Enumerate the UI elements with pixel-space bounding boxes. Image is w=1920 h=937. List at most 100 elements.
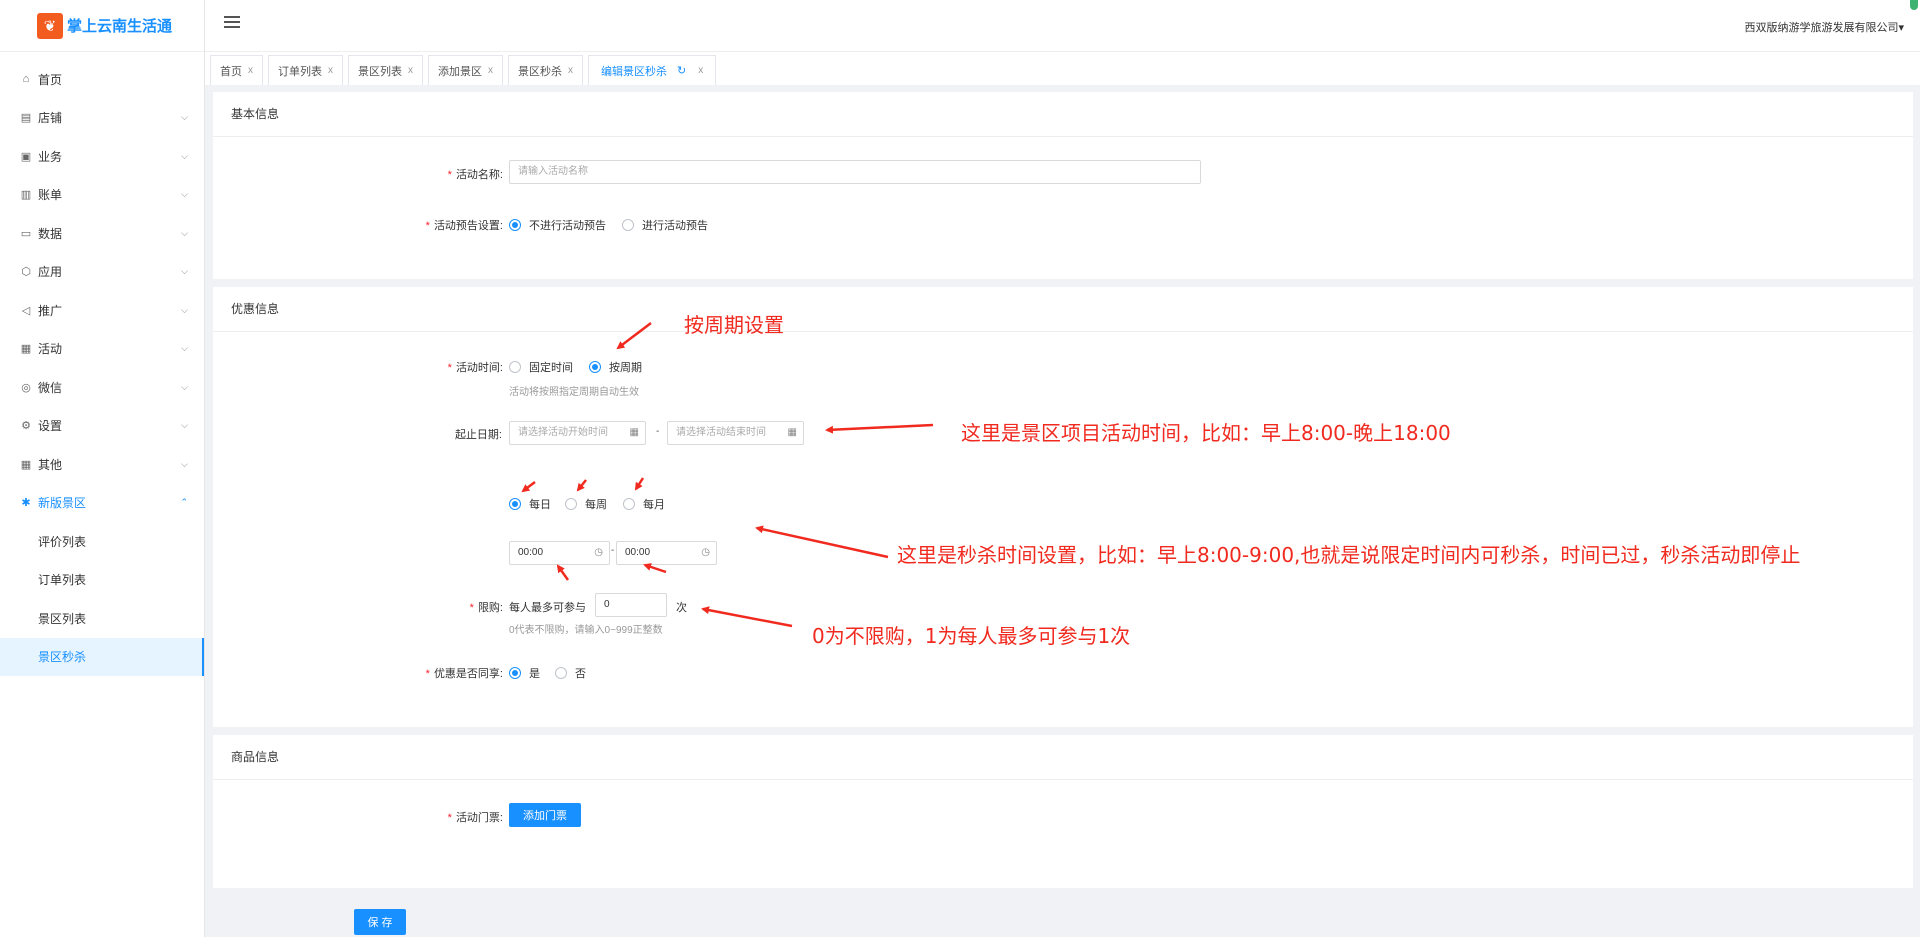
radio-by-cycle[interactable]: 按周期 (589, 359, 642, 375)
sidebar-menu: ⌂ 首页 ▤ 店铺 ⌵ ▣ 业务 ⌵ ▥ 账单 ⌵ ▭ 数据 ⌵ ⬡ 应用 ⌵ ◁ 推广 ⌵ ▦ 活动 ⌵ ◎… (0, 60, 204, 676)
radio-with-preview[interactable]: 进行活动预告 (622, 217, 708, 233)
calendar-icon: ▦ (629, 427, 639, 438)
logo-icon: ❦ (37, 12, 63, 39)
sidebar-item-data[interactable]: ▭ 数据 ⌵ (0, 214, 204, 253)
tab-edit-seckill[interactable]: 编辑景区秒杀 ↻ x (588, 55, 717, 85)
close-icon[interactable]: x (328, 65, 333, 76)
seckill-start-time[interactable]: 00:00 ◷ (509, 541, 610, 565)
monitor-icon: ▭ (20, 227, 32, 240)
caret-down-icon: ▾ (1898, 22, 1904, 34)
time-separator: - (611, 545, 615, 556)
date-range-label: 起止日期: (454, 429, 502, 441)
sidebar-item-apps[interactable]: ⬡ 应用 ⌵ (0, 253, 204, 292)
discount-info-card: 优惠信息 * 活动时间: 固定时间 按周期 活动将按照指定周期自动生效 起止日期:… (213, 287, 1913, 727)
sidebar-subitem-orders[interactable]: 订单列表 (0, 561, 204, 600)
annotation-cycle: 按周期设置 (684, 313, 784, 337)
shop-icon: ▤ (20, 112, 32, 125)
sidebar-item-bill[interactable]: ▥ 账单 ⌵ (0, 176, 204, 215)
sidebar-item-shop[interactable]: ▤ 店铺 ⌵ (0, 99, 204, 138)
limit-prefix: 每人最多可参与 (509, 602, 586, 614)
annotation-date-range: 这里是景区项目活动时间，比如：早上8:00-晚上18:00 (961, 421, 1451, 445)
limit-input[interactable]: 0 (595, 593, 667, 617)
section-title: 优惠信息 (213, 287, 1913, 332)
close-icon[interactable]: x (698, 65, 703, 76)
app-title: 掌上云南生活通 (67, 18, 173, 35)
activity-name-label: * 活动名称: (447, 169, 503, 181)
megaphone-icon: ◁ (21, 304, 31, 317)
annotation-limit: 0为不限购，1为每人最多可参与1次 (812, 624, 1131, 648)
company-dropdown[interactable]: 西双版纳游学旅游发展有限公司▾ (1744, 19, 1904, 35)
chevron-down-icon: ⌵ (181, 227, 188, 238)
sidebar-item-activity[interactable]: ▦ 活动 ⌵ (0, 330, 204, 369)
date-separator: - (656, 426, 660, 437)
radio-no-preview[interactable]: 不进行活动预告 (509, 217, 606, 233)
menu-collapse-icon[interactable] (224, 16, 240, 30)
grid-icon: ▦ (20, 458, 32, 471)
close-icon[interactable]: x (568, 65, 573, 76)
status-indicator (1910, 0, 1918, 10)
refresh-icon[interactable]: ↻ (677, 64, 686, 77)
tab-home[interactable]: 首页 x (210, 55, 263, 85)
gear-icon: ⚙ (21, 420, 31, 433)
limit-suffix: 次 (676, 602, 687, 614)
wechat-icon: ◎ (21, 381, 31, 394)
radio-fixed-time[interactable]: 固定时间 (509, 359, 573, 375)
chevron-down-icon: ⌵ (181, 150, 188, 161)
calendar-icon: ▦ (20, 343, 32, 356)
close-icon[interactable]: x (488, 65, 493, 76)
tab-add-scenic[interactable]: 添加景区 x (428, 55, 503, 85)
home-icon: ⌂ (22, 73, 30, 86)
ticket-label: * 活动门票: (447, 812, 503, 824)
sidebar-item-wechat[interactable]: ◎ 微信 ⌵ (0, 368, 204, 407)
page-tabs: 首页 x 订单列表 x 景区列表 x 添加景区 x 景区秒杀 x 编辑景区秒杀 ↻ x (205, 52, 1920, 85)
radio-weekly[interactable]: 每周 (565, 496, 607, 512)
logo[interactable]: ❦ 掌上云南生活通 (0, 0, 204, 52)
sidebar-item-other[interactable]: ▦ 其他 ⌵ (0, 445, 204, 484)
sidebar-subitem-seckill[interactable]: 景区秒杀 (0, 637, 204, 676)
sidebar-item-promotion[interactable]: ◁ 推广 ⌵ (0, 291, 204, 330)
section-title: 商品信息 (213, 735, 1913, 780)
bill-icon: ▥ (20, 189, 32, 202)
chevron-up-icon: ⌃ (180, 497, 188, 508)
chevron-down-icon: ⌵ (181, 420, 188, 431)
cube-icon: ⬡ (21, 266, 31, 279)
chevron-down-icon: ⌵ (181, 381, 188, 392)
radio-monthly[interactable]: 每月 (623, 496, 665, 512)
top-header: 西双版纳游学旅游发展有限公司▾ (205, 0, 1920, 52)
activity-name-input[interactable]: 请输入活动名称 (509, 160, 1201, 184)
tab-order-list[interactable]: 订单列表 x (268, 55, 343, 85)
chevron-down-icon: ⌵ (181, 189, 188, 200)
share-discount-label: * 优惠是否同享: (425, 668, 503, 680)
limit-label: * 限购: (469, 602, 503, 614)
end-date-input[interactable]: 请选择活动结束时间 ▦ (667, 421, 804, 445)
sidebar-subitem-reviews[interactable]: 评价列表 (0, 522, 204, 561)
close-icon[interactable]: x (408, 65, 413, 76)
sidebar-item-settings[interactable]: ⚙ 设置 ⌵ (0, 407, 204, 446)
tab-scenic-seckill[interactable]: 景区秒杀 x (508, 55, 583, 85)
sidebar-subitem-scenic-list[interactable]: 景区列表 (0, 599, 204, 638)
time-hint: 活动将按照指定周期自动生效 (509, 387, 639, 398)
chevron-down-icon: ⌵ (181, 112, 188, 123)
sidebar: ❦ 掌上云南生活通 ⌂ 首页 ▤ 店铺 ⌵ ▣ 业务 ⌵ ▥ 账单 ⌵ ▭ 数据 ⌵ ⬡ 应用 ⌵ ◁… (0, 0, 205, 937)
add-ticket-button[interactable]: 添加门票 (509, 803, 581, 827)
chevron-down-icon: ⌵ (181, 343, 188, 354)
sidebar-item-business[interactable]: ▣ 业务 ⌵ (0, 137, 204, 176)
section-title: 基本信息 (213, 92, 1913, 137)
sidebar-item-home[interactable]: ⌂ 首页 (0, 60, 204, 99)
radio-share-yes[interactable]: 是 (509, 665, 540, 681)
radio-share-no[interactable]: 否 (555, 665, 586, 681)
chevron-down-icon: ⌵ (181, 458, 188, 469)
activity-time-label: * 活动时间: (447, 362, 503, 374)
basic-info-card: 基本信息 * 活动名称: 请输入活动名称 * 活动预告设置: 不进行活动预告 进行活… (213, 92, 1913, 279)
briefcase-icon: ▣ (20, 150, 32, 163)
seckill-end-time[interactable]: 00:00 ◷ (616, 541, 717, 565)
start-date-input[interactable]: 请选择活动开始时间 ▦ (509, 421, 646, 445)
tab-scenic-list[interactable]: 景区列表 x (348, 55, 423, 85)
chevron-down-icon: ⌵ (181, 266, 188, 277)
save-button[interactable]: 保 存 (354, 909, 406, 935)
sidebar-item-new-scenic[interactable]: ✱ 新版景区 ⌃ (0, 484, 204, 523)
radio-daily[interactable]: 每日 (509, 496, 551, 512)
clock-icon: ◷ (594, 547, 603, 558)
close-icon[interactable]: x (248, 65, 253, 76)
scenic-icon: ✱ (21, 497, 31, 510)
